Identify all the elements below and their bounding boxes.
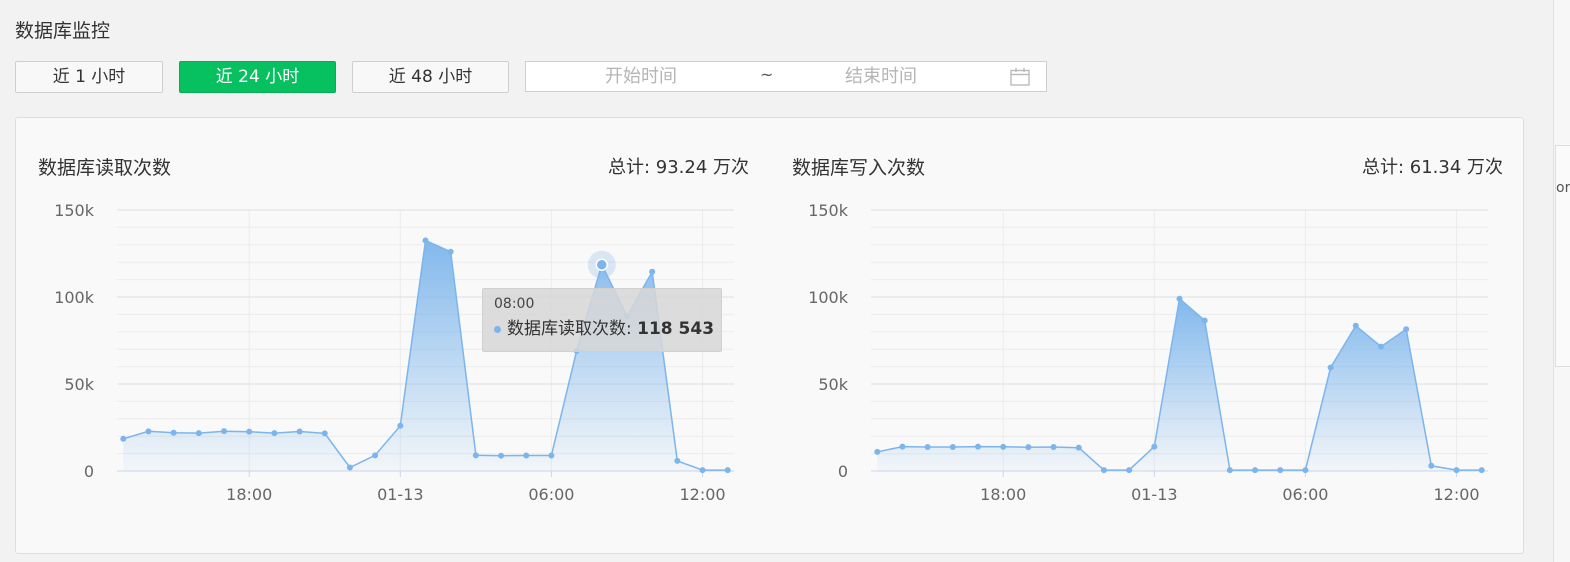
data-point bbox=[523, 452, 530, 459]
x-tick-label: 12:00 bbox=[679, 485, 725, 504]
data-point bbox=[1151, 443, 1158, 450]
data-point bbox=[1403, 326, 1410, 333]
tooltip-series-dot bbox=[494, 325, 501, 333]
data-point bbox=[1277, 467, 1284, 474]
data-point bbox=[296, 428, 303, 435]
data-point bbox=[1252, 467, 1259, 474]
y-tick-label: 0 bbox=[838, 462, 848, 481]
data-point bbox=[674, 457, 681, 464]
read-count-chart: 数据库读取次数 总计: 93.24 万次 0 50k 100k 150k 18:00 01… bbox=[16, 118, 749, 553]
data-point bbox=[1075, 444, 1082, 451]
data-point bbox=[1226, 467, 1233, 474]
charts-panel: 数据库读取次数 总计: 93.24 万次 0 50k 100k 150k 18:00 01… bbox=[15, 117, 1524, 554]
y-tick-label: 50k bbox=[818, 375, 848, 394]
y-tick-label: 150k bbox=[54, 201, 95, 220]
data-point bbox=[1000, 443, 1007, 450]
data-point bbox=[975, 443, 982, 450]
data-point bbox=[924, 443, 931, 450]
x-tick-label: 06:00 bbox=[528, 485, 574, 504]
data-point bbox=[397, 422, 404, 429]
data-point bbox=[874, 448, 881, 455]
data-point bbox=[498, 452, 505, 459]
x-tick-label: 18:00 bbox=[226, 485, 272, 504]
data-point bbox=[899, 443, 906, 450]
data-point bbox=[649, 268, 656, 275]
x-tick-label: 18:00 bbox=[980, 485, 1026, 504]
data-point bbox=[221, 428, 228, 435]
end-time-input[interactable] bbox=[776, 62, 986, 91]
range-48h-button[interactable]: 近 48 小时 bbox=[352, 61, 509, 93]
tooltip-row: 数据库读取次数: 118 543 bbox=[494, 314, 714, 339]
tooltip-value: 118 543 bbox=[637, 319, 715, 339]
data-point bbox=[145, 428, 152, 435]
write-count-plot[interactable]: 0 50k 100k 150k 18:00 01-13 06:00 12:00 bbox=[770, 118, 1503, 553]
page-title: 数据库监控 bbox=[15, 20, 111, 42]
y-tick-label: 0 bbox=[84, 462, 94, 481]
data-point bbox=[1377, 343, 1384, 350]
range-1h-button[interactable]: 近 1 小时 bbox=[15, 61, 163, 93]
clipped-text: or bbox=[1556, 180, 1570, 196]
data-point bbox=[170, 429, 177, 436]
tooltip-x: 08:00 bbox=[494, 296, 535, 312]
data-point bbox=[472, 452, 479, 459]
data-point bbox=[1352, 322, 1359, 329]
y-tick-label: 100k bbox=[54, 288, 95, 307]
x-tick-label: 06:00 bbox=[1282, 485, 1328, 504]
data-point bbox=[1453, 467, 1460, 474]
start-time-input[interactable] bbox=[536, 62, 746, 91]
data-point bbox=[447, 248, 454, 255]
data-point bbox=[949, 443, 956, 450]
data-point bbox=[548, 452, 555, 459]
vertical-scrollbar[interactable] bbox=[1553, 0, 1570, 562]
data-point bbox=[1050, 443, 1057, 450]
y-tick-label: 100k bbox=[808, 288, 849, 307]
date-range-picker[interactable]: ~ bbox=[525, 61, 1047, 92]
data-point bbox=[1302, 467, 1309, 474]
data-point bbox=[346, 464, 353, 471]
scrollbar-thumb[interactable] bbox=[1555, 145, 1570, 367]
data-point bbox=[1428, 462, 1435, 469]
data-point bbox=[724, 467, 731, 474]
data-point bbox=[422, 237, 429, 244]
data-point bbox=[372, 452, 379, 459]
y-tick-label: 150k bbox=[808, 201, 849, 220]
data-point bbox=[1025, 444, 1032, 451]
data-point bbox=[271, 430, 278, 437]
range-24h-button[interactable]: 近 24 小时 bbox=[179, 61, 336, 93]
tooltip-series-name: 数据库读取次数 bbox=[507, 319, 626, 339]
data-point bbox=[1201, 317, 1208, 324]
x-tick-label: 12:00 bbox=[1433, 485, 1479, 504]
data-point bbox=[1327, 364, 1334, 371]
x-tick-label: 01-13 bbox=[1131, 485, 1178, 504]
y-tick-label: 50k bbox=[64, 375, 94, 394]
calendar-icon[interactable] bbox=[1010, 68, 1030, 90]
data-point bbox=[321, 430, 328, 437]
data-point bbox=[1126, 467, 1133, 474]
x-tick-label: 01-13 bbox=[377, 485, 424, 504]
series-area bbox=[877, 298, 1482, 471]
series-area bbox=[123, 240, 728, 471]
data-point bbox=[195, 430, 202, 437]
data-point bbox=[1176, 295, 1183, 302]
date-separator: ~ bbox=[760, 65, 774, 84]
data-point bbox=[120, 435, 127, 442]
data-point bbox=[1478, 467, 1485, 474]
data-point bbox=[699, 467, 706, 474]
highlight-point bbox=[595, 258, 609, 271]
write-count-chart: 数据库写入次数 总计: 61.34 万次 0 50k 100k 150k 18:00 01… bbox=[770, 118, 1503, 553]
data-point bbox=[246, 428, 253, 435]
chart-tooltip: 08:00 数据库读取次数: 118 543 bbox=[482, 288, 722, 352]
data-point bbox=[1100, 467, 1107, 474]
